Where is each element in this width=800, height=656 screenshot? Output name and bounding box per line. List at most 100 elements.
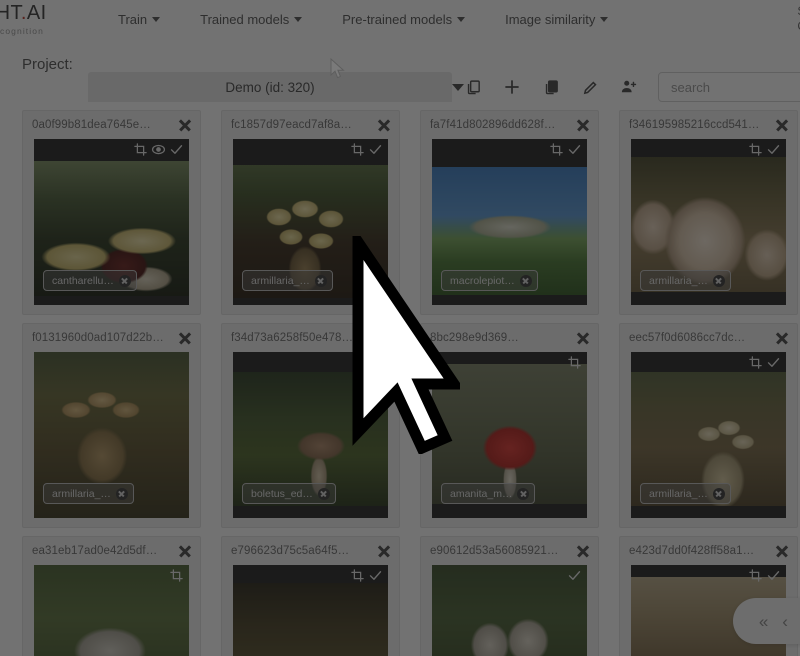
close-icon[interactable] xyxy=(773,116,791,134)
nav-item-trained-models[interactable]: Trained models xyxy=(200,12,303,27)
image-card[interactable]: 8bc298e9d369… amanita_m… xyxy=(420,323,599,528)
label-tag[interactable]: armillaria_… xyxy=(242,270,333,291)
plus-icon[interactable] xyxy=(501,76,523,98)
label-tag[interactable]: armillaria_… xyxy=(640,483,731,504)
check-icon[interactable] xyxy=(169,142,184,157)
duplicate-icon[interactable] xyxy=(540,76,562,98)
label-tag[interactable]: boletus_ed… xyxy=(242,483,336,504)
close-icon[interactable] xyxy=(773,542,791,560)
image-thumbnail[interactable] xyxy=(34,565,189,656)
remove-tag-icon[interactable] xyxy=(115,487,128,500)
label-tag[interactable]: armillaria_… xyxy=(43,483,134,504)
card-id: fa7f41d802896dd628f… xyxy=(430,119,556,131)
card-header: ea31eb17ad0e42d5df… xyxy=(23,537,200,565)
check-icon[interactable] xyxy=(368,568,383,583)
close-icon[interactable] xyxy=(574,329,592,347)
pencil-icon[interactable] xyxy=(579,76,601,98)
image-thumbnail[interactable]: macrolepiot… xyxy=(432,139,587,305)
image-card[interactable]: e90612d53a56085921… xyxy=(420,536,599,656)
remove-tag-icon[interactable] xyxy=(314,274,327,287)
project-select[interactable]: Demo (id: 320) xyxy=(88,72,452,102)
image-grid: 0a0f99b81dea7645e… cantharellu… fc1857d9… xyxy=(0,110,800,656)
person-add-icon[interactable] xyxy=(618,76,640,98)
label-tag[interactable]: macrolepiot… xyxy=(441,270,538,291)
image-thumbnail[interactable]: armillaria_… xyxy=(233,139,388,305)
image-thumbnail[interactable]: armillaria_… xyxy=(631,352,786,518)
crop-icon[interactable] xyxy=(567,355,582,370)
image-thumbnail[interactable]: armillaria_… xyxy=(34,352,189,518)
crop-icon[interactable] xyxy=(350,568,365,583)
project-label: Project: xyxy=(22,56,73,73)
image-thumbnail[interactable]: amanita_m… xyxy=(432,352,587,518)
card-id: 8bc298e9d369… xyxy=(430,332,519,344)
image-card[interactable]: ea31eb17ad0e42d5df… xyxy=(22,536,201,656)
image-thumbnail[interactable]: armillaria_… xyxy=(631,139,786,305)
crop-icon[interactable] xyxy=(549,142,564,157)
nav-item-pre-trained-models[interactable]: Pre-trained models xyxy=(342,12,466,27)
project-select-value: Demo (id: 320) xyxy=(225,79,315,95)
crop-icon[interactable] xyxy=(748,568,763,583)
search-box[interactable] xyxy=(658,72,800,102)
image-card[interactable]: f346195985216ccd541… armillaria_… xyxy=(619,110,798,315)
check-icon[interactable] xyxy=(766,568,781,583)
label-tag-text: macrolepiot… xyxy=(450,274,515,287)
remove-tag-icon[interactable] xyxy=(712,274,725,287)
image-card[interactable]: 0a0f99b81dea7645e… cantharellu… xyxy=(22,110,201,315)
remove-tag-icon[interactable] xyxy=(519,274,532,287)
pagination: « ‹ 1-10 xyxy=(732,598,800,644)
thumbnail-actions xyxy=(748,568,781,583)
card-header: e796623d75c5a64f5… xyxy=(222,537,399,565)
image-card[interactable]: f0131960d0ad107d22b… armillaria_… xyxy=(22,323,201,528)
image-thumbnail[interactable] xyxy=(233,565,388,656)
crop-icon[interactable] xyxy=(748,355,763,370)
close-icon[interactable] xyxy=(574,542,592,560)
remove-tag-icon[interactable] xyxy=(317,487,330,500)
check-icon[interactable] xyxy=(766,142,781,157)
image-card[interactable]: eec57f0d6086cc7dc… armillaria_… xyxy=(619,323,798,528)
close-icon[interactable] xyxy=(176,116,194,134)
image-card[interactable]: fa7f41d802896dd628f… macrolepiot… xyxy=(420,110,599,315)
check-icon[interactable] xyxy=(567,568,582,583)
remove-tag-icon[interactable] xyxy=(517,487,530,500)
image-thumbnail[interactable]: cantharellu… xyxy=(34,139,189,305)
label-tag[interactable]: cantharellu… xyxy=(43,270,137,291)
crop-icon[interactable] xyxy=(133,142,148,157)
image-thumbnail[interactable]: boletus_ed… xyxy=(233,352,388,518)
close-icon[interactable] xyxy=(176,329,194,347)
copy-icon[interactable] xyxy=(462,76,484,98)
crop-icon[interactable] xyxy=(350,142,365,157)
image-card[interactable]: fc1857d97eacd7af8a… armillaria_… xyxy=(221,110,400,315)
image-card[interactable]: e796623d75c5a64f5… xyxy=(221,536,400,656)
close-icon[interactable] xyxy=(375,329,393,347)
toolbar-actions xyxy=(462,72,679,102)
check-icon[interactable] xyxy=(766,355,781,370)
grid-row: f0131960d0ad107d22b… armillaria_… f34d73… xyxy=(0,323,800,536)
image-thumbnail[interactable] xyxy=(432,565,587,656)
check-icon[interactable] xyxy=(368,142,383,157)
close-icon[interactable] xyxy=(176,542,194,560)
remove-tag-icon[interactable] xyxy=(712,487,725,500)
close-icon[interactable] xyxy=(773,329,791,347)
crop-icon[interactable] xyxy=(748,142,763,157)
crop-icon[interactable] xyxy=(368,355,383,370)
thumbnail-actions xyxy=(169,568,184,583)
prev-page-button[interactable]: ‹ xyxy=(782,613,788,630)
card-id: 0a0f99b81dea7645e… xyxy=(32,119,151,131)
chevron-down-icon xyxy=(600,16,609,22)
nav-item-train[interactable]: Train xyxy=(118,12,161,27)
close-icon[interactable] xyxy=(375,116,393,134)
close-icon[interactable] xyxy=(375,542,393,560)
search-input[interactable] xyxy=(671,79,800,95)
nav-item-image-similarity[interactable]: Image similarity xyxy=(505,12,609,27)
remove-tag-icon[interactable] xyxy=(118,274,131,287)
close-icon[interactable] xyxy=(574,116,592,134)
card-id: e90612d53a56085921… xyxy=(430,545,559,557)
crop-icon[interactable] xyxy=(169,568,184,583)
label-tag[interactable]: amanita_m… xyxy=(441,483,536,504)
label-tag[interactable]: armillaria_… xyxy=(640,270,731,291)
first-page-button[interactable]: « xyxy=(759,613,768,630)
card-id: f0131960d0ad107d22b… xyxy=(32,332,164,344)
image-card[interactable]: f34d73a6258f50e478… boletus_ed… xyxy=(221,323,400,528)
eye-icon[interactable] xyxy=(151,142,166,157)
check-icon[interactable] xyxy=(567,142,582,157)
